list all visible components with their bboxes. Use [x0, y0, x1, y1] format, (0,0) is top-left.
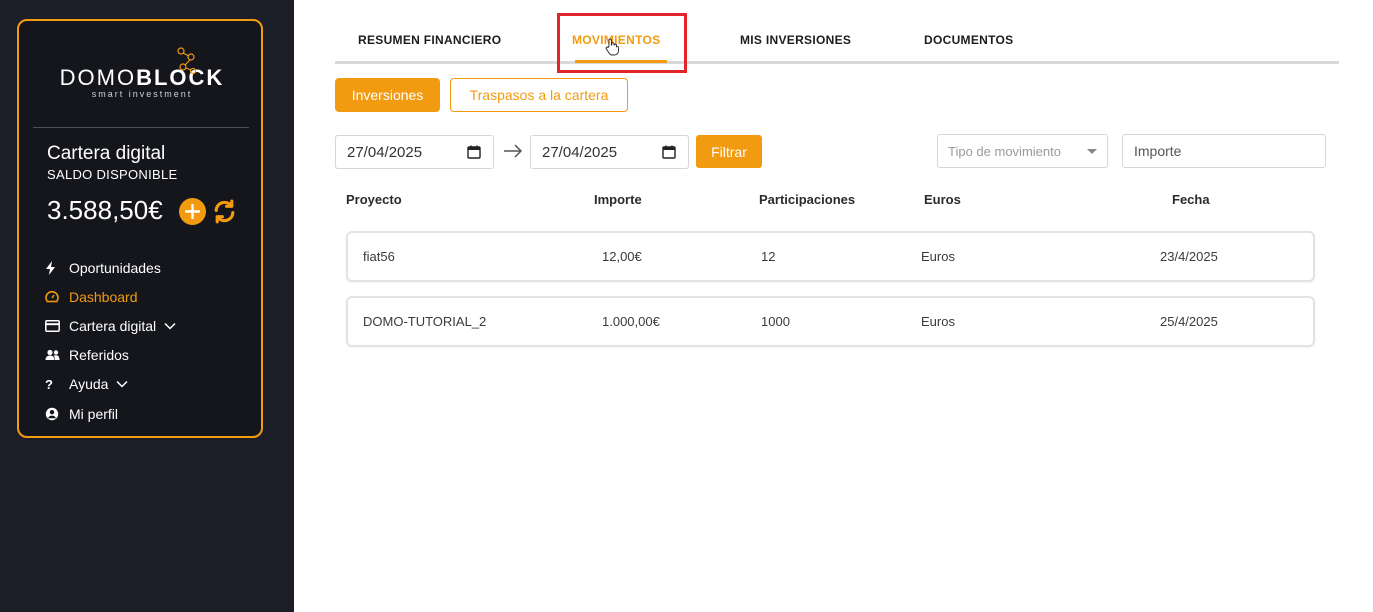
cell-fecha: 23/4/2025 [1160, 249, 1218, 264]
sidebar-card: DOMOBLOCK smart investment Cartera digit… [17, 19, 263, 438]
traspasos-button[interactable]: Traspasos a la cartera [450, 78, 628, 112]
sidebar-divider [33, 127, 249, 128]
table-row[interactable]: fiat56 12,00€ 12 Euros 23/4/2025 [346, 231, 1315, 282]
cell-importe: 1.000,00€ [602, 314, 660, 329]
date-to-value: 27/04/2025 [542, 143, 618, 161]
sidebar-item-label: Dashboard [69, 288, 138, 305]
tab-mis-inversiones[interactable]: MIS INVERSIONES [740, 33, 851, 47]
cell-euros: Euros [921, 249, 955, 264]
date-from-value: 27/04/2025 [347, 143, 423, 161]
wallet-subtitle: SALDO DISPONIBLE [47, 167, 178, 182]
chevron-down-icon [164, 322, 176, 330]
cell-participaciones: 1000 [761, 314, 790, 329]
sidebar-item-ayuda[interactable]: ? Ayuda [45, 370, 176, 399]
question-icon: ? [45, 376, 53, 392]
users-icon [45, 349, 69, 361]
plus-icon [185, 204, 200, 219]
wallet-title: Cartera digital [47, 143, 166, 164]
calendar-icon[interactable] [467, 145, 481, 159]
cell-importe: 12,00€ [602, 249, 642, 264]
tab-documentos[interactable]: DOCUMENTOS [924, 33, 1013, 47]
cell-participaciones: 12 [761, 249, 776, 264]
tab-bar: RESUMEN FINANCIERO MOVIMIENTOS MIS INVER… [335, 20, 1339, 64]
sidebar-item-mi-perfil[interactable]: Mi perfil [45, 399, 176, 428]
sidebar-item-dashboard[interactable]: Dashboard [45, 282, 176, 311]
cell-proyecto: DOMO-TUTORIAL_2 [363, 314, 487, 329]
sidebar-item-label: Oportunidades [69, 259, 161, 276]
user-circle-icon [45, 407, 69, 421]
column-header-importe: Importe [594, 192, 642, 207]
inversiones-button[interactable]: Inversiones [335, 78, 440, 112]
hand-cursor-icon [605, 38, 619, 56]
column-header-euros: Euros [924, 192, 961, 207]
refresh-icon[interactable] [212, 199, 237, 224]
cell-proyecto: fiat56 [363, 249, 395, 264]
sidebar-nav: Oportunidades Dashboard Cartera digital … [45, 253, 176, 428]
amount-input[interactable] [1122, 134, 1326, 168]
sidebar-item-label: Cartera digital [69, 317, 157, 334]
brand-tagline: smart investment [91, 89, 193, 99]
date-from-field[interactable]: 27/04/2025 [335, 135, 494, 169]
brand-name: DOMOBLOCK [59, 65, 225, 90]
calendar-icon[interactable] [662, 145, 676, 159]
molecule-logo-icon [177, 47, 197, 75]
column-header-fecha: Fecha [1172, 192, 1210, 207]
sidebar: DOMOBLOCK smart investment Cartera digit… [0, 0, 294, 612]
chevron-down-icon [116, 380, 128, 388]
column-header-participaciones: Participaciones [759, 192, 856, 207]
dashboard-icon [45, 290, 69, 303]
table-row[interactable]: DOMO-TUTORIAL_2 1.000,00€ 1000 Euros 25/… [346, 296, 1315, 347]
sidebar-item-label: Ayuda [69, 376, 109, 393]
sidebar-item-label: Referidos [69, 347, 129, 364]
highlight-box [557, 13, 687, 73]
movement-type-select[interactable]: Tipo de movimiento [937, 134, 1108, 168]
sidebar-item-oportunidades[interactable]: Oportunidades [45, 253, 176, 282]
tab-resumen-financiero[interactable]: RESUMEN FINANCIERO [358, 33, 501, 47]
cell-euros: Euros [921, 314, 955, 329]
filter-button[interactable]: Filtrar [696, 135, 762, 168]
bolt-icon [45, 260, 69, 275]
movement-type-placeholder: Tipo de movimiento [948, 143, 1061, 159]
card-icon [45, 320, 69, 332]
date-to-field[interactable]: 27/04/2025 [530, 135, 689, 169]
caret-down-icon [1087, 149, 1097, 154]
sidebar-item-label: Mi perfil [69, 405, 119, 422]
sidebar-item-cartera-digital[interactable]: Cartera digital [45, 311, 176, 340]
brand-logo[interactable]: DOMOBLOCK smart investment [19, 65, 265, 99]
main-content: RESUMEN FINANCIERO MOVIMIENTOS MIS INVER… [294, 0, 1373, 612]
cell-fecha: 25/4/2025 [1160, 314, 1218, 329]
arrow-right-icon [504, 144, 523, 158]
sidebar-item-referidos[interactable]: Referidos [45, 341, 176, 370]
column-header-proyecto: Proyecto [346, 192, 402, 207]
wallet-balance: 3.588,50€ [47, 195, 163, 225]
add-funds-button[interactable] [179, 198, 206, 225]
